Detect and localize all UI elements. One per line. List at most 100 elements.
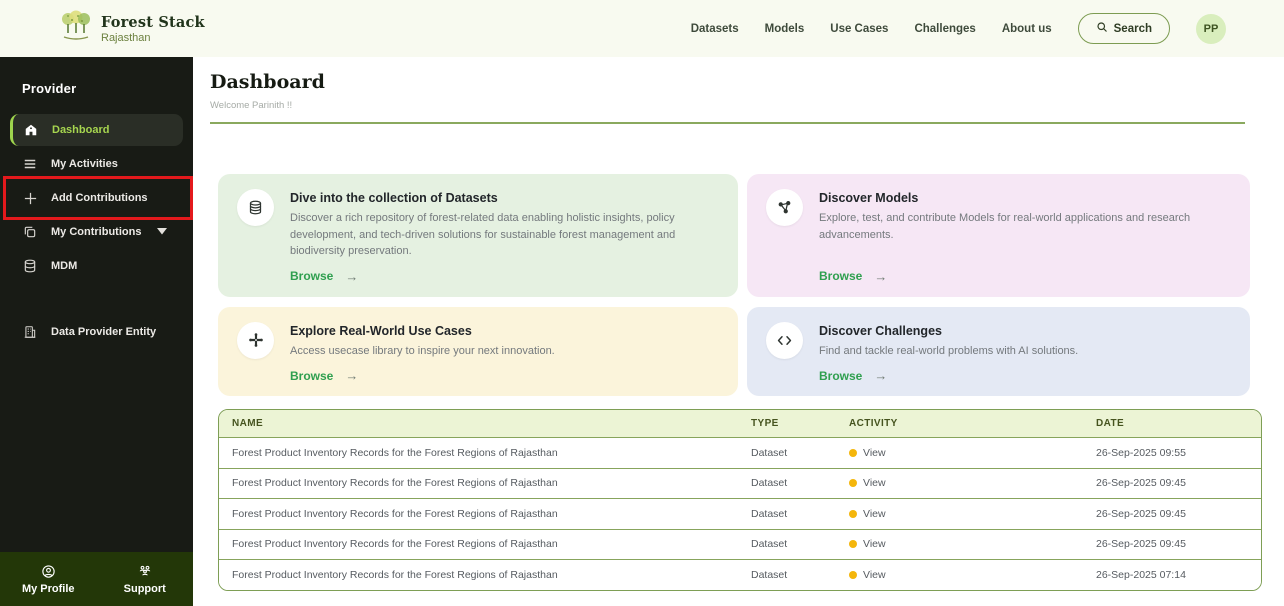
app-root: Forest Stack Rajasthan Datasets Models U… — [0, 0, 1284, 606]
user-circle-icon — [41, 564, 56, 580]
card-title: Explore Real-World Use Cases — [290, 324, 720, 338]
my-profile-button[interactable]: My Profile — [0, 564, 97, 595]
home-icon — [23, 122, 39, 138]
cell-type: Dataset — [738, 447, 836, 459]
card-datasets[interactable]: Dive into the collection of Datasets Dis… — [218, 174, 738, 297]
main-content: Dashboard Welcome Parinith !! Dive into … — [193, 57, 1284, 606]
cell-name: Forest Product Inventory Records for the… — [219, 477, 738, 489]
card-use-cases[interactable]: Explore Real-World Use Cases Access usec… — [218, 307, 738, 397]
sidebar-item-my-activities[interactable]: My Activities — [10, 148, 183, 180]
cell-date: 26-Sep-2025 09:55 — [1083, 447, 1261, 459]
list-icon — [22, 156, 38, 172]
sidebar: Provider Dashboard My Activities — [0, 57, 193, 606]
sidebar-item-label: My Contributions — [51, 226, 141, 238]
browse-label: Browse — [290, 369, 333, 383]
browse-datasets-link[interactable]: Browse → — [290, 260, 720, 284]
activity-label: View — [863, 447, 886, 459]
brand-subtitle: Rajasthan — [101, 32, 205, 44]
nav-challenges[interactable]: Challenges — [914, 23, 975, 35]
card-description: Access usecase library to inspire your n… — [290, 343, 720, 360]
arrow-right-icon: → — [345, 269, 358, 284]
brand[interactable]: Forest Stack Rajasthan — [60, 8, 205, 49]
table-header-row: NAME TYPE ACTIVITY DATE — [219, 410, 1261, 437]
nav-datasets[interactable]: Datasets — [691, 23, 739, 35]
table-row[interactable]: Forest Product Inventory Records for the… — [219, 559, 1261, 590]
browse-label: Browse — [819, 369, 862, 383]
column-header-type: TYPE — [738, 418, 836, 429]
activity-label: View — [863, 508, 886, 520]
sidebar-item-label: MDM — [51, 260, 77, 272]
status-dot — [849, 479, 857, 487]
top-nav: Datasets Models Use Cases Challenges Abo… — [691, 13, 1226, 44]
table-body: Forest Product Inventory Records for the… — [219, 437, 1261, 590]
table-row[interactable]: Forest Product Inventory Records for the… — [219, 498, 1261, 529]
cell-activity: View — [836, 477, 1083, 489]
sidebar-item-my-contributions[interactable]: My Contributions — [10, 216, 183, 248]
cell-type: Dataset — [738, 477, 836, 489]
table-row[interactable]: Forest Product Inventory Records for the… — [219, 529, 1261, 560]
status-dot — [849, 510, 857, 518]
sidebar-item-label: Add Contributions — [51, 192, 148, 204]
column-header-activity: ACTIVITY — [836, 418, 1083, 429]
card-title: Discover Models — [819, 191, 1232, 205]
nav-about-us[interactable]: About us — [1002, 23, 1052, 35]
browse-models-link[interactable]: Browse → — [819, 260, 1232, 284]
card-description: Explore, test, and contribute Models for… — [819, 210, 1232, 243]
activity-label: View — [863, 477, 886, 489]
cell-name: Forest Product Inventory Records for the… — [219, 569, 738, 581]
copy-icon — [22, 224, 38, 240]
status-dot — [849, 540, 857, 548]
welcome-text: Welcome Parinith !! — [210, 100, 1262, 111]
cell-name: Forest Product Inventory Records for the… — [219, 447, 738, 459]
cell-date: 26-Sep-2025 09:45 — [1083, 538, 1261, 550]
activity-label: View — [863, 538, 886, 550]
activity-label: View — [863, 569, 886, 581]
cell-name: Forest Product Inventory Records for the… — [219, 538, 738, 550]
support-button[interactable]: Support — [97, 564, 194, 595]
arrow-right-icon: → — [874, 368, 887, 383]
sidebar-item-dashboard[interactable]: Dashboard — [10, 114, 183, 146]
nav-use-cases[interactable]: Use Cases — [830, 23, 888, 35]
table-row[interactable]: Forest Product Inventory Records for the… — [219, 437, 1261, 468]
caret-down-icon[interactable] — [157, 226, 167, 238]
sidebar-item-label: Dashboard — [52, 124, 109, 136]
page-title: Dashboard — [210, 71, 1262, 93]
cell-name: Forest Product Inventory Records for the… — [219, 508, 738, 520]
nav-models[interactable]: Models — [765, 23, 805, 35]
sidebar-footer: My Profile Support — [0, 552, 193, 606]
cell-activity: View — [836, 508, 1083, 520]
cell-type: Dataset — [738, 508, 836, 520]
feature-cards: Dive into the collection of Datasets Dis… — [218, 174, 1250, 396]
table-row[interactable]: Forest Product Inventory Records for the… — [219, 468, 1261, 499]
cell-date: 26-Sep-2025 09:45 — [1083, 508, 1261, 520]
sidebar-item-data-provider-entity[interactable]: Data Provider Entity — [10, 316, 183, 348]
browse-challenges-link[interactable]: Browse → — [819, 359, 1232, 383]
sidebar-item-label: Data Provider Entity — [51, 326, 156, 338]
cell-activity: View — [836, 569, 1083, 581]
cell-activity: View — [836, 538, 1083, 550]
sidebar-item-mdm[interactable]: MDM — [10, 250, 183, 282]
card-models[interactable]: Discover Models Explore, test, and contr… — [747, 174, 1250, 297]
search-icon — [1096, 21, 1108, 36]
browse-label: Browse — [819, 269, 862, 283]
cell-date: 26-Sep-2025 07:14 — [1083, 569, 1261, 581]
search-button[interactable]: Search — [1078, 13, 1170, 44]
divider — [210, 122, 1245, 124]
footer-item-label: Support — [124, 583, 166, 595]
cell-date: 26-Sep-2025 09:45 — [1083, 477, 1261, 489]
cell-type: Dataset — [738, 569, 836, 581]
database-icon — [237, 189, 274, 226]
sidebar-item-add-contributions[interactable]: Add Contributions — [10, 182, 183, 214]
browse-use-cases-link[interactable]: Browse → — [290, 359, 720, 383]
top-header: Forest Stack Rajasthan Datasets Models U… — [0, 0, 1284, 57]
people-icon — [137, 564, 153, 580]
card-description: Find and tackle real-world problems with… — [819, 343, 1232, 360]
sidebar-item-label: My Activities — [51, 158, 118, 170]
move-cross-icon — [237, 322, 274, 359]
arrow-right-icon: → — [874, 269, 887, 284]
card-title: Dive into the collection of Datasets — [290, 191, 720, 205]
avatar[interactable]: PP — [1196, 14, 1226, 44]
card-description: Discover a rich repository of forest-rel… — [290, 210, 720, 260]
card-challenges[interactable]: Discover Challenges Find and tackle real… — [747, 307, 1250, 397]
code-icon — [766, 322, 803, 359]
